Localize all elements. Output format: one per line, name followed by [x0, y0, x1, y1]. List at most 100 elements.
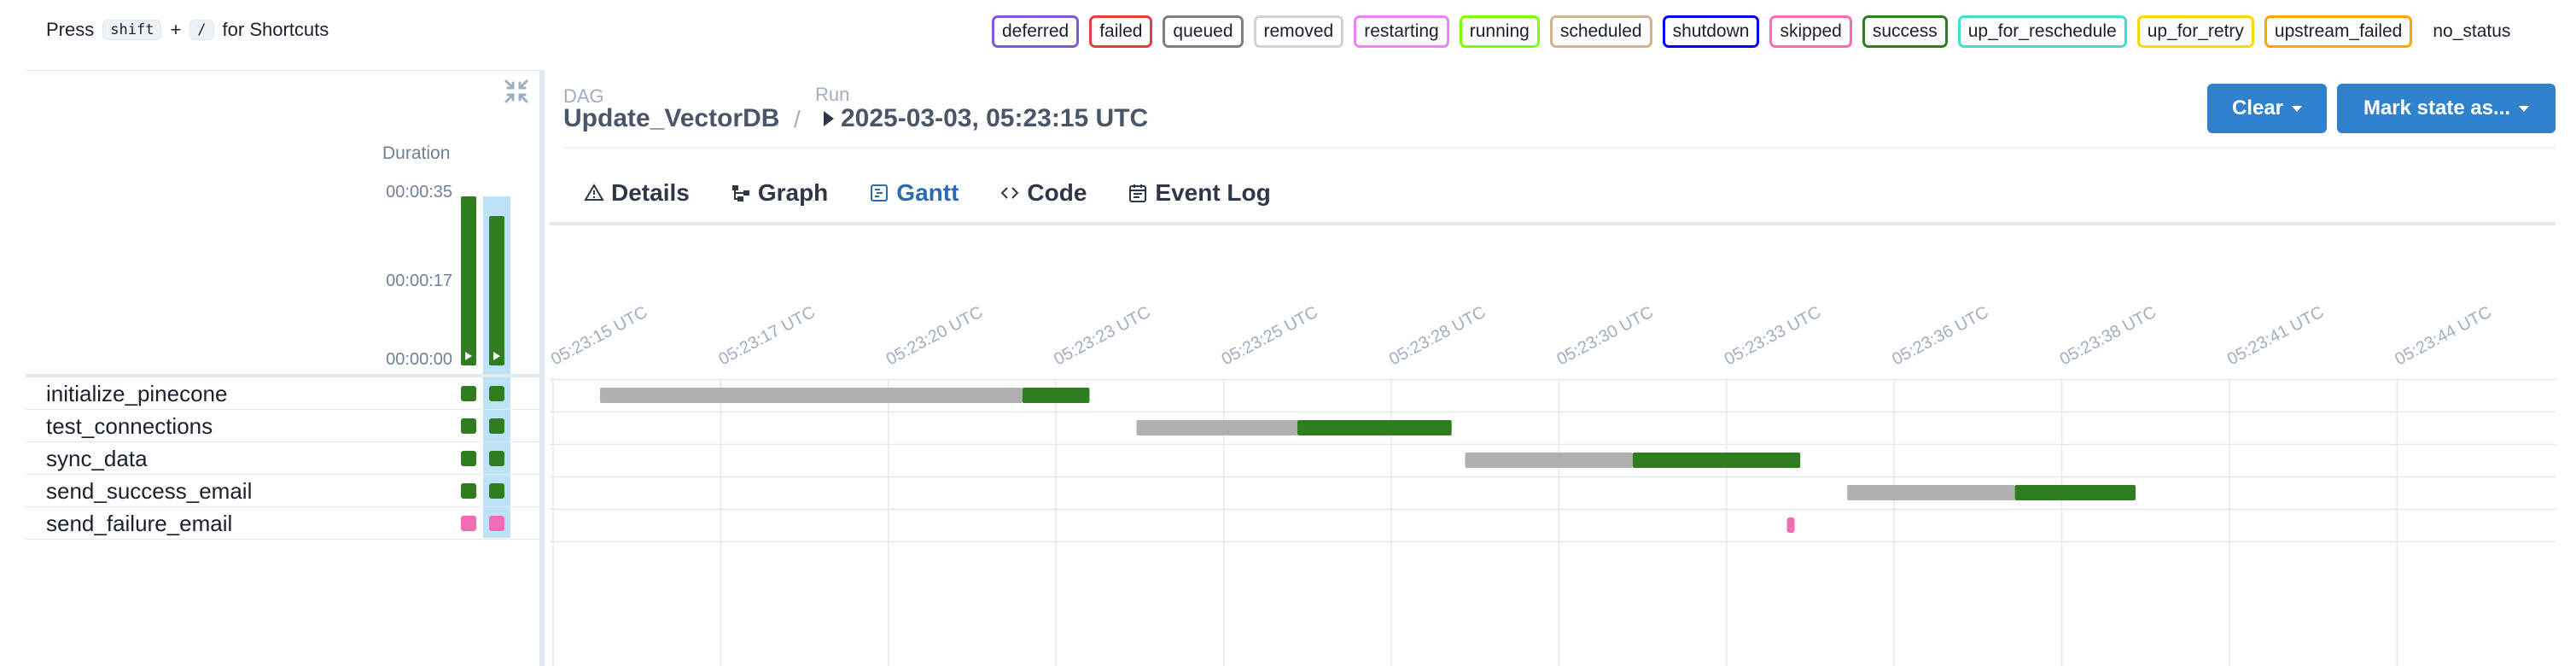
legend-item-deferred[interactable]: deferred: [992, 15, 1080, 48]
gantt-icon: [871, 184, 889, 202]
chevron-down-icon: [2292, 105, 2303, 112]
gantt-time-tick-label: 05:23:15 UTC: [550, 303, 650, 370]
tab-bar: Details Graph Gantt Code Event Log: [563, 162, 1291, 225]
gantt-time-tick-label: 05:23:28 UTC: [1386, 303, 1489, 370]
task-row[interactable]: send_failure_email: [26, 507, 541, 540]
legend-item-failed[interactable]: failed: [1089, 15, 1153, 48]
gantt-time-tick-label: 05:23:41 UTC: [2224, 303, 2327, 370]
gantt-bar-queued[interactable]: [599, 388, 1023, 403]
chevron-down-icon: [2519, 105, 2530, 112]
legend-item-no-status[interactable]: no_status: [2422, 15, 2521, 48]
grid-panel: [26, 70, 541, 666]
legend-item-scheduled[interactable]: scheduled: [1549, 15, 1652, 48]
gantt-time-tick-label: 05:23:20 UTC: [883, 303, 986, 370]
collapse-icon[interactable]: [504, 79, 529, 104]
task-instance-status-square[interactable]: [489, 483, 504, 499]
task-instance-status-square[interactable]: [461, 451, 476, 466]
tab-label: Graph: [757, 179, 829, 206]
gantt-bar-queued[interactable]: [1465, 453, 1633, 468]
gantt-bar-success[interactable]: [2014, 485, 2136, 500]
task-name: initialize_pinecone: [46, 381, 228, 406]
gantt-time-tick-label: 05:23:38 UTC: [2057, 303, 2159, 370]
tab-graph[interactable]: Graph: [710, 162, 848, 224]
task-instance-status-square[interactable]: [461, 418, 476, 434]
tab-gantt[interactable]: Gantt: [848, 162, 980, 225]
task-row[interactable]: test_connections: [26, 410, 541, 442]
legend-item-removed[interactable]: removed: [1253, 15, 1344, 48]
task-instance-status-square[interactable]: [461, 483, 476, 499]
play-icon: [465, 352, 472, 360]
gantt-time-tick-label: 05:23:30 UTC: [1553, 303, 1656, 370]
panel-resize-handle[interactable]: [539, 70, 545, 666]
tab-details[interactable]: Details: [563, 162, 710, 224]
gantt-time-tick-label: 05:23:44 UTC: [2392, 303, 2494, 370]
duration-tick: 00:00:35: [386, 183, 452, 202]
run-triangle-icon: [824, 111, 834, 126]
run-duration-bar[interactable]: [489, 215, 504, 365]
header-divider: [563, 147, 2556, 149]
state-legend: deferred failed queued removed restarting run…: [992, 15, 2521, 48]
mark-state-button[interactable]: Mark state as...: [2337, 84, 2556, 133]
gantt-time-tick-label: 05:23:25 UTC: [1219, 303, 1321, 370]
task-instance-status-square[interactable]: [461, 516, 476, 531]
slash-key: /: [189, 20, 214, 40]
gantt-time-tick-label: 05:23:36 UTC: [1889, 303, 1991, 370]
graph-icon: [731, 185, 749, 202]
task-instance-status-square[interactable]: [489, 451, 504, 466]
gantt-bar-queued[interactable]: [1136, 420, 1298, 435]
legend-item-success[interactable]: success: [1862, 15, 1948, 48]
gantt-bar-success[interactable]: [1632, 453, 1801, 468]
run-duration-bar[interactable]: [461, 196, 476, 365]
tab-label: Gantt: [896, 179, 959, 206]
clear-button-label: Clear: [2231, 96, 2284, 120]
gantt-bar-success[interactable]: [1022, 388, 1090, 403]
legend-item-up-for-reschedule[interactable]: up_for_reschedule: [1957, 15, 2127, 48]
run-label: Run: [815, 84, 850, 105]
legend-item-restarting[interactable]: restarting: [1354, 15, 1449, 48]
gantt-bar-queued[interactable]: [1847, 485, 2015, 500]
legend-item-running[interactable]: running: [1459, 15, 1540, 48]
tab-label: Event Log: [1155, 179, 1271, 206]
duration-tick: 00:00:17: [386, 272, 452, 290]
breadcrumb-separator: /: [794, 106, 801, 132]
gantt-time-tick-label: 05:23:17 UTC: [715, 303, 818, 370]
tab-code[interactable]: Code: [979, 162, 1107, 224]
shortcut-press-text: Press: [46, 19, 95, 40]
calendar-icon: [1129, 184, 1147, 202]
task-row[interactable]: initialize_pinecone: [26, 377, 541, 410]
duration-axis: 00:00:35 00:00:17 00:00:00: [341, 0, 452, 666]
task-instance-status-square[interactable]: [461, 386, 476, 401]
task-instance-status-square[interactable]: [489, 516, 504, 531]
task-row[interactable]: sync_data: [26, 442, 541, 475]
legend-item-up-for-retry[interactable]: up_for_retry: [2136, 15, 2254, 48]
gantt-time-tick-label: 05:23:23 UTC: [1051, 303, 1153, 370]
legend-item-queued[interactable]: queued: [1163, 15, 1244, 48]
gantt-bar-skipped[interactable]: [1786, 517, 1795, 533]
shortcut-hint: Press shift + / for Shortcuts: [46, 19, 329, 41]
tab-label: Details: [611, 179, 690, 206]
gantt-time-tick-label: 05:23:33 UTC: [1722, 303, 1824, 370]
shift-key: shift: [102, 20, 162, 40]
run-name[interactable]: 2025-03-03, 05:23:15 UTC: [824, 104, 1148, 133]
task-name: send_failure_email: [46, 511, 233, 536]
plus-sign: +: [170, 19, 182, 40]
task-name: sync_data: [46, 446, 148, 471]
tab-label: Code: [1027, 179, 1087, 206]
duration-tick: 00:00:00: [386, 350, 452, 369]
task-name: send_success_email: [46, 478, 253, 504]
legend-item-skipped[interactable]: skipped: [1769, 15, 1852, 48]
gantt-chart: 05:23:15 UTC 05:23:17 UTC 05:23:20 UTC 05:2…: [550, 303, 2556, 666]
gantt-bar-success[interactable]: [1297, 420, 1452, 435]
clear-button[interactable]: Clear: [2207, 84, 2327, 133]
legend-item-shutdown[interactable]: shutdown: [1662, 15, 1760, 48]
task-instance-status-square[interactable]: [489, 386, 504, 401]
task-instance-status-square[interactable]: [489, 418, 504, 434]
dag-name-link[interactable]: Update_VectorDB: [563, 104, 779, 133]
legend-item-upstream-failed[interactable]: upstream_failed: [2264, 15, 2413, 48]
run-name-text: 2025-03-03, 05:23:15 UTC: [841, 104, 1149, 132]
tab-event-log[interactable]: Event Log: [1107, 162, 1291, 224]
task-row[interactable]: send_success_email: [26, 475, 541, 507]
shortcut-suffix-text: for Shortcuts: [222, 19, 329, 40]
task-name: test_connections: [46, 413, 213, 439]
mark-state-button-label: Mark state as...: [2363, 96, 2511, 120]
